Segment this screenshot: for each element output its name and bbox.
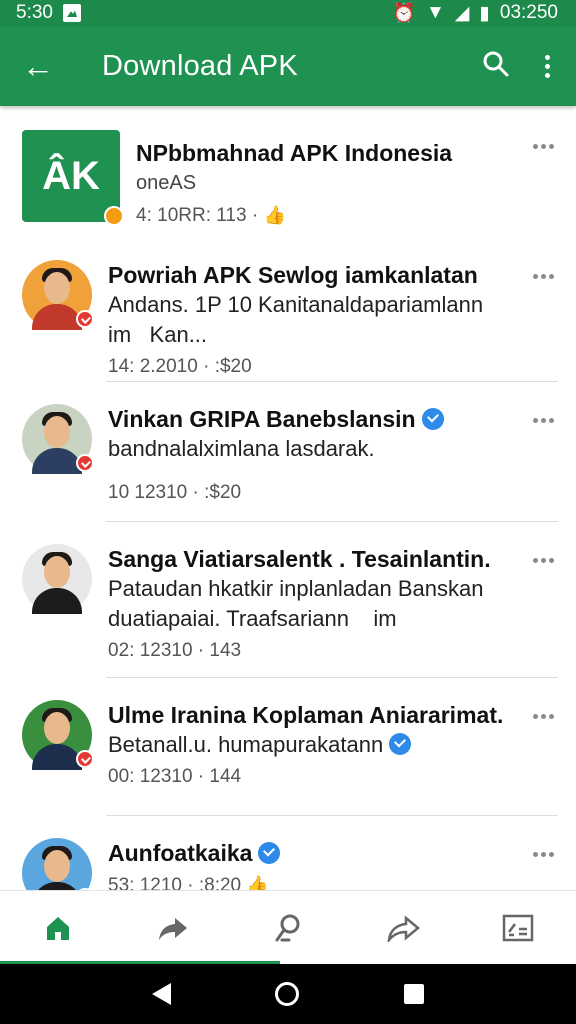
verified-icon — [258, 842, 281, 864]
more-options-icon[interactable] — [533, 558, 554, 563]
home-button-icon[interactable] — [275, 982, 300, 1006]
post-text: Andans. 1P 10 Kanitanaldapariamlann im K… — [108, 292, 484, 347]
post-meta: 02: 12310 · 143 — [108, 640, 242, 661]
explore-icon[interactable] — [258, 898, 318, 958]
bottom-navigation — [0, 890, 576, 964]
recents-button-icon[interactable] — [403, 984, 424, 1004]
post-text: Pataudan hkatkir inplanladan Banskan dua… — [108, 576, 484, 631]
post-meta: 10 12310 · :$20 — [108, 482, 242, 503]
post-author: Powriah APK Sewlog iamkanlatan — [108, 262, 478, 288]
forward-icon[interactable] — [373, 898, 433, 958]
avatar[interactable] — [22, 260, 94, 330]
app-logo: ÂK — [22, 130, 124, 226]
search-icon[interactable] — [482, 50, 510, 83]
back-button-icon[interactable] — [152, 983, 172, 1005]
alarm-icon: ⏰ — [392, 3, 416, 24]
news-icon[interactable] — [488, 898, 548, 958]
more-options-icon[interactable] — [533, 144, 554, 149]
back-arrow-icon[interactable]: ← — [0, 48, 76, 85]
post-text: Betanall.u. humapurakatann — [108, 732, 384, 757]
post-author: Aunfoatkaika — [108, 840, 253, 866]
verified-badge-icon — [76, 750, 94, 768]
list-item[interactable]: Ulme Iranina Koplaman Aniararimat. Betan… — [0, 678, 576, 816]
page-title: Download APK — [102, 49, 298, 82]
post-author: Sanga Viatiarsalentk . Tesainlantin. — [108, 546, 491, 572]
share-icon[interactable] — [143, 898, 203, 958]
system-navigation-bar — [0, 964, 576, 1024]
verified-icon — [421, 408, 444, 430]
verified-badge-icon — [76, 310, 94, 328]
list-item[interactable]: Aunfoatkaika 53: 1210 · :8:20 👍 — [0, 816, 576, 890]
app-bar: ← Download APK — [0, 26, 576, 106]
more-options-icon[interactable] — [533, 852, 554, 857]
post-meta: 53: 1210 · :8:20 — [108, 875, 242, 890]
status-right-time: 03:250 — [499, 2, 558, 23]
avatar[interactable] — [22, 838, 94, 890]
verified-badge-icon — [76, 454, 94, 472]
post-meta: 14: 2.2010 · :$20 — [108, 356, 252, 377]
wifi-icon: ▼ — [425, 2, 445, 23]
avatar[interactable] — [22, 700, 94, 770]
app-meta: 4: 10RR: 113 · — [136, 205, 259, 226]
app-badge-icon — [104, 206, 124, 226]
app-name: NPbbmahnad APK Indonesia — [136, 140, 453, 166]
status-bar: 5:30 ⏰ ▼ ◢ ▮ 03:250 — [0, 0, 576, 26]
list-item[interactable]: Sanga Viatiarsalentk . Tesainlantin. Pat… — [0, 522, 576, 678]
verified-icon — [389, 733, 412, 755]
post-meta: 00: 12310 · 144 — [108, 766, 242, 787]
avatar[interactable] — [22, 544, 92, 614]
post-author: Vinkan GRIPA Banebslansin — [108, 406, 416, 432]
feed-list: ÂK NPbbmahnad APK Indonesia oneAS 4: 10R… — [0, 108, 576, 890]
list-item[interactable]: Vinkan GRIPA Banebslansin bandnalalximla… — [0, 382, 576, 522]
app-developer: oneAS — [136, 172, 197, 194]
signal-icon: ◢ — [454, 2, 470, 24]
list-item[interactable]: Powriah APK Sewlog iamkanlatan Andans. 1… — [0, 238, 576, 382]
app-card[interactable]: ÂK NPbbmahnad APK Indonesia oneAS 4: 10R… — [0, 108, 576, 238]
more-options-icon[interactable] — [533, 274, 554, 279]
thumbs-up-icon[interactable]: 👍 — [263, 202, 285, 228]
overflow-menu-icon[interactable] — [540, 54, 554, 78]
home-icon[interactable] — [28, 898, 88, 958]
post-text: bandnalalximlana lasdarak. — [108, 436, 375, 461]
gallery-notification-icon — [62, 4, 81, 22]
thumbs-up-icon[interactable]: 👍 — [246, 872, 268, 890]
avatar[interactable] — [22, 404, 94, 474]
post-author: Ulme Iranina Koplaman Aniararimat. — [108, 702, 504, 728]
more-options-icon[interactable] — [533, 418, 554, 423]
more-options-icon[interactable] — [533, 714, 554, 719]
status-time: 5:30 — [16, 2, 53, 23]
battery-icon: ▮ — [479, 2, 490, 24]
